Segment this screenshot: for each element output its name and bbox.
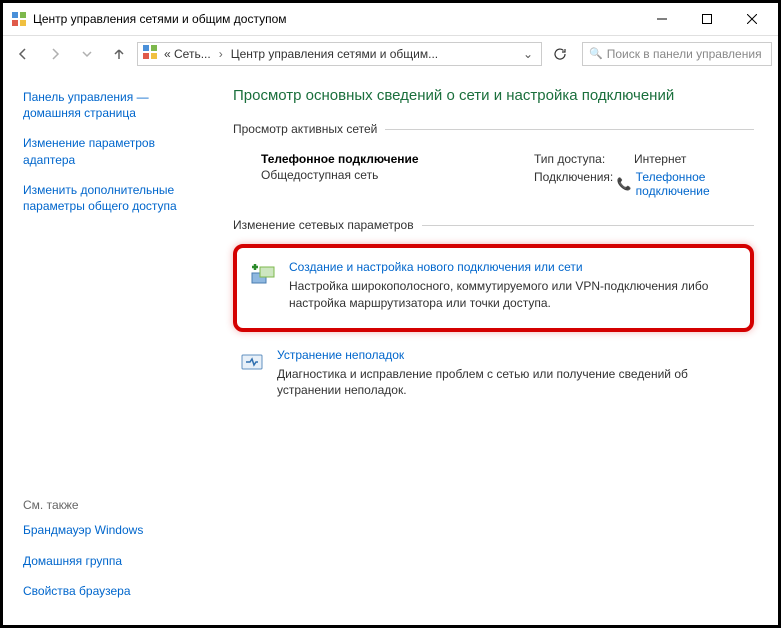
page-title: Просмотр основных сведений о сети и наст…	[233, 87, 754, 104]
body: Панель управления — домашняя страница Из…	[3, 71, 778, 625]
minimize-button[interactable]	[639, 4, 684, 34]
sidebar: Панель управления — домашняя страница Из…	[3, 71, 221, 625]
maximize-button[interactable]	[684, 4, 729, 34]
chevron-right-icon: ›	[217, 47, 225, 61]
search-placeholder: Поиск в панели управления	[607, 47, 762, 61]
address-bar[interactable]: « Сеть... › Центр управления сетями и об…	[137, 42, 542, 66]
refresh-button[interactable]	[548, 42, 572, 66]
seealso-browser[interactable]: Свойства браузера	[23, 583, 209, 599]
highlight-annotation: Создание и настройка нового подключения …	[233, 244, 754, 332]
back-button[interactable]	[9, 40, 37, 68]
chevron-down-icon[interactable]: ⌄	[519, 47, 537, 61]
active-networks-label: Просмотр активных сетей	[233, 122, 754, 136]
window-title: Центр управления сетями и общим доступом	[33, 12, 639, 26]
access-value: Интернет	[634, 152, 686, 166]
address-icon	[142, 44, 158, 63]
task-troubleshoot-desc: Диагностика и исправление проблем с сеть…	[277, 366, 750, 400]
breadcrumb-current[interactable]: Центр управления сетями и общим...	[229, 47, 440, 61]
breadcrumb-root[interactable]: « Сеть...	[162, 47, 213, 61]
content: Просмотр основных сведений о сети и наст…	[221, 71, 778, 625]
search-input[interactable]: Поиск в панели управления	[582, 42, 772, 66]
seealso-label: См. также	[23, 498, 209, 512]
task-new-connection-title[interactable]: Создание и настройка нового подключения …	[289, 260, 738, 274]
new-connection-icon	[249, 260, 279, 290]
change-settings-label: Изменение сетевых параметров	[233, 218, 754, 232]
network-name: Телефонное подключение	[261, 152, 534, 166]
recent-dropdown[interactable]	[73, 40, 101, 68]
window-controls	[639, 4, 774, 34]
titlebar: Центр управления сетями и общим доступом	[3, 3, 778, 35]
close-button[interactable]	[729, 4, 774, 34]
navigation-bar: « Сеть... › Центр управления сетями и об…	[3, 35, 778, 71]
forward-button[interactable]	[41, 40, 69, 68]
task-troubleshoot-title[interactable]: Устранение неполадок	[277, 348, 750, 362]
seealso-firewall[interactable]: Брандмауэр Windows	[23, 522, 209, 538]
troubleshoot-icon	[237, 348, 267, 378]
sidebar-link-adapter[interactable]: Изменение параметров адаптера	[23, 135, 209, 167]
app-icon	[11, 11, 27, 27]
seealso-homegroup[interactable]: Домашняя группа	[23, 553, 209, 569]
network-type: Общедоступная сеть	[261, 168, 534, 182]
window: Центр управления сетями и общим доступом…	[0, 0, 781, 628]
phone-icon: 📞	[617, 177, 632, 191]
up-button[interactable]	[105, 40, 133, 68]
active-network: Телефонное подключение Общедоступная сет…	[233, 148, 754, 218]
task-new-connection-desc: Настройка широкополосного, коммутируемог…	[289, 278, 738, 312]
access-label: Тип доступа:	[534, 152, 634, 166]
connection-link[interactable]: 📞 Телефонное подключение	[617, 170, 754, 198]
task-troubleshoot[interactable]: Устранение неполадок Диагностика и испра…	[233, 342, 754, 410]
sidebar-link-sharing[interactable]: Изменить дополнительные параметры общего…	[23, 182, 209, 214]
task-new-connection[interactable]: Создание и настройка нового подключения …	[245, 254, 742, 322]
connections-label: Подключения:	[534, 170, 617, 198]
sidebar-home-link[interactable]: Панель управления — домашняя страница	[23, 89, 209, 121]
